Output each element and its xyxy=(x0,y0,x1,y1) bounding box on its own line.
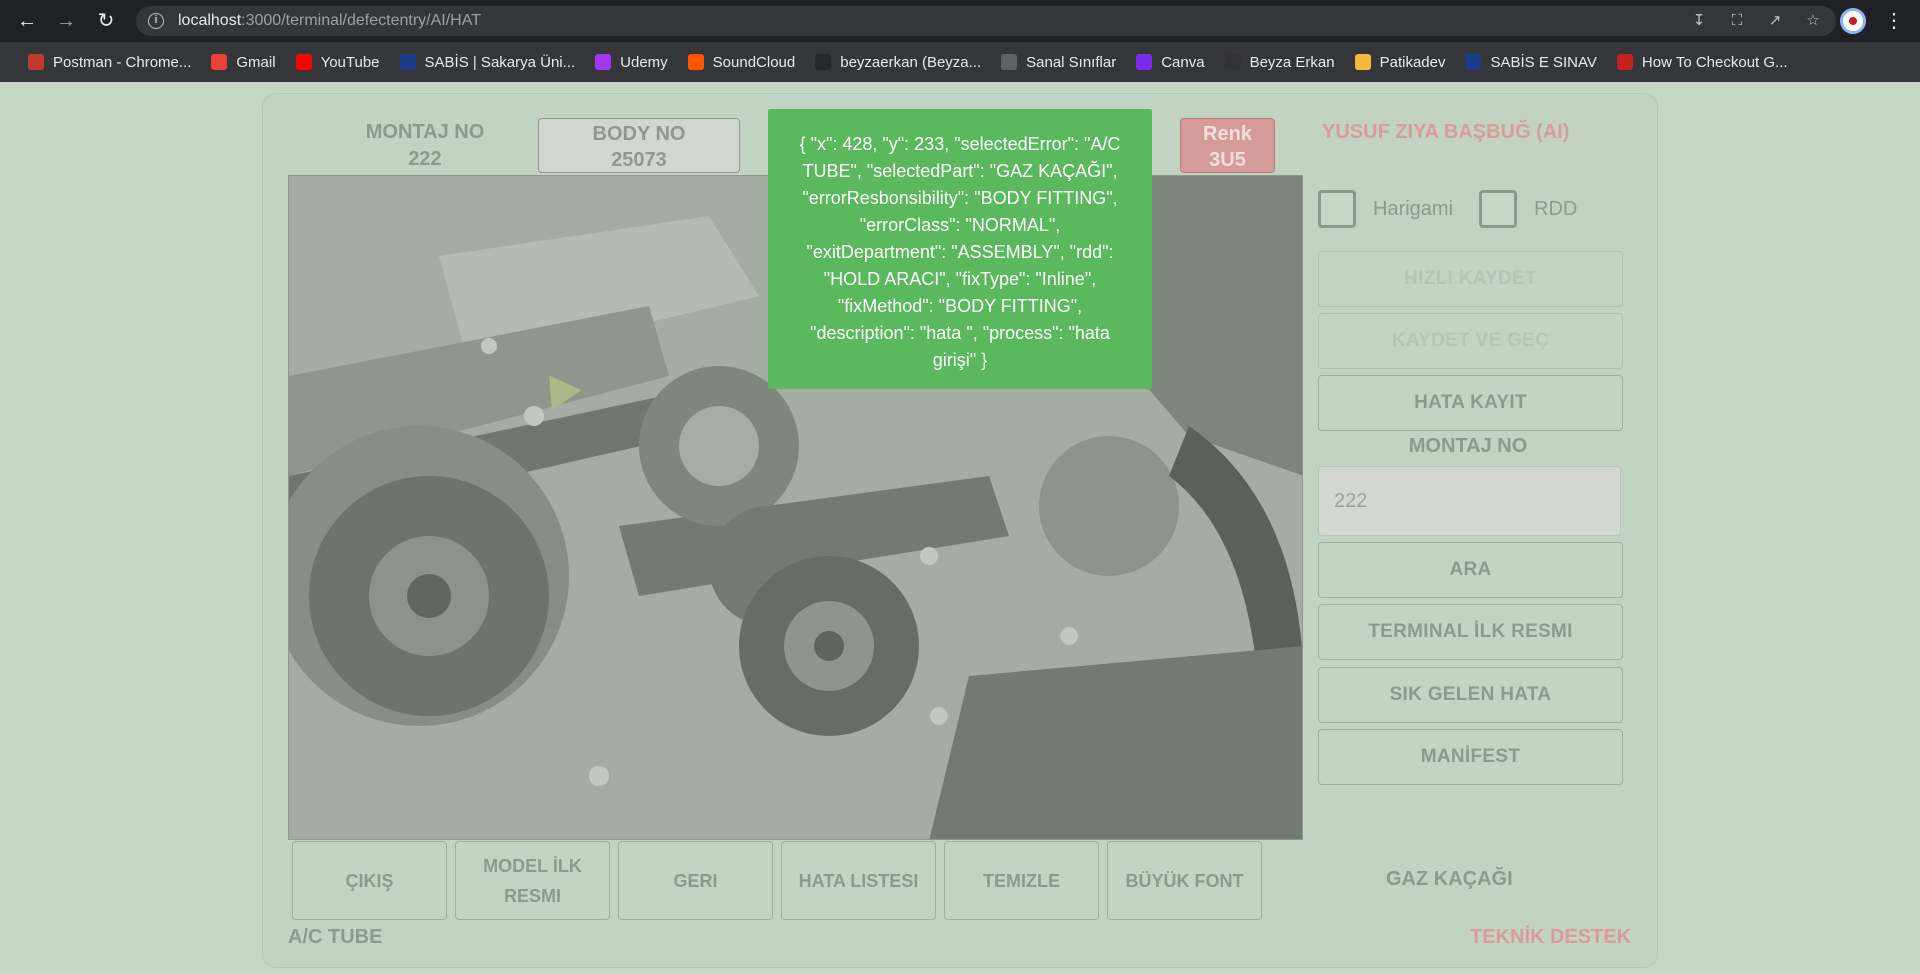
harigami-checkbox-row[interactable]: Harigami xyxy=(1318,190,1453,228)
montaj-no-input[interactable]: 222 xyxy=(1318,466,1621,536)
sabis-icon xyxy=(399,54,416,70)
patika-icon xyxy=(1354,54,1371,70)
be-icon xyxy=(1224,54,1241,70)
soundcloud-icon xyxy=(687,54,704,70)
bookmark-item[interactable]: Gmail xyxy=(201,48,285,76)
gmail-icon xyxy=(211,54,228,70)
geri-button[interactable]: GERI xyxy=(618,841,773,920)
globe-icon xyxy=(1001,54,1018,70)
forward-arrow-icon[interactable]: → xyxy=(53,8,79,34)
cikis-button[interactable]: ÇIKIŞ xyxy=(292,841,447,920)
bookmark-label: How To Checkout G... xyxy=(1641,53,1788,71)
bookmark-label: Udemy xyxy=(620,53,668,71)
montaj-no-label: MONTAJ NO xyxy=(365,121,485,143)
url-host: localhost xyxy=(178,12,242,29)
bookmark-label: beyzaerkan (Beyza... xyxy=(840,53,982,71)
renk-value: 3U5 xyxy=(1209,149,1246,171)
selected-error-label: A/C TUBE xyxy=(288,926,383,948)
translate-icon[interactable]: ⛶ xyxy=(1726,10,1748,32)
montaj-no-value: 222 xyxy=(408,148,442,170)
bookmark-item[interactable]: SABİS | Sakarya Üni... xyxy=(390,48,586,76)
hizli-kaydet-button[interactable]: HIZLI KAYDET xyxy=(1318,251,1623,307)
bookmark-item[interactable]: YouTube xyxy=(286,48,390,76)
bookmark-label: SABİS | Sakarya Üni... xyxy=(424,53,576,71)
bookmark-label: Sanal Sınıflar xyxy=(1026,53,1117,71)
bookmark-item[interactable]: beyzaerkan (Beyza... xyxy=(805,48,991,76)
selected-part-label: GAZ KAÇAĞI xyxy=(1386,868,1513,890)
body-no-box: BODY NO 25073 xyxy=(538,118,740,173)
rdd-label: RDD xyxy=(1534,197,1578,220)
montaj-no-header: MONTAJ NO 222 xyxy=(340,119,510,173)
bookmarks-bar: Postman - Chrome... Gmail YouTube SABİS | S… xyxy=(0,42,1920,82)
url-path: :3000/terminal/defectentry/AI/HAT xyxy=(241,12,481,29)
manifest-button[interactable]: MANİFEST xyxy=(1318,729,1623,785)
model-ilk-resmi-button[interactable]: MODEL İLK RESMI xyxy=(455,841,610,920)
bookmark-label: Gmail xyxy=(236,53,276,71)
renk-label: Renk xyxy=(1203,123,1252,145)
bookmark-label: YouTube xyxy=(320,53,380,71)
bookmark-item[interactable]: How To Checkout G... xyxy=(1607,48,1798,76)
back-arrow-icon[interactable]: ← xyxy=(14,8,40,34)
sabis-icon xyxy=(1465,54,1482,70)
hata-kayit-button[interactable]: HATA KAYIT xyxy=(1318,375,1623,431)
bookmark-item[interactable]: Beyza Erkan xyxy=(1215,48,1345,76)
bookmark-item[interactable]: SoundCloud xyxy=(678,48,806,76)
bookmark-item[interactable]: Udemy xyxy=(585,48,678,76)
address-bar[interactable]: i localhost:3000/terminal/defectentry/AI… xyxy=(136,6,1836,36)
terminal-ilk-resmi-button[interactable]: TERMINAL İLK RESMI xyxy=(1318,604,1623,660)
buyuk-font-button[interactable]: BÜYÜK FONT xyxy=(1107,841,1262,920)
bookmark-label: Beyza Erkan xyxy=(1249,53,1335,71)
bookmark-label: Canva xyxy=(1161,53,1205,71)
temizle-button[interactable]: TEMIZLE xyxy=(944,841,1099,920)
error-data-popup: { "x": 428, "y": 233, "selectedError": "… xyxy=(768,109,1152,389)
teknik-destek-link[interactable]: TEKNİK DESTEK xyxy=(1470,926,1631,949)
bookmark-item[interactable]: Postman - Chrome... xyxy=(18,48,201,76)
checkout-icon xyxy=(1616,54,1633,70)
bookmark-item[interactable]: Canva xyxy=(1126,48,1214,76)
rdd-checkbox[interactable] xyxy=(1479,190,1517,228)
url-text[interactable]: localhost:3000/terminal/defectentry/AI/H… xyxy=(178,12,481,30)
bookmark-label: SoundCloud xyxy=(712,53,796,71)
bookmark-label: Postman - Chrome... xyxy=(53,53,192,71)
bookmark-item[interactable]: Patikadev xyxy=(1345,48,1456,76)
user-name: YUSUF ZIYA BAŞBUĞ (AI) xyxy=(1322,121,1570,143)
canva-icon xyxy=(1136,54,1153,70)
bookmark-label: Patikadev xyxy=(1379,53,1446,71)
reload-icon[interactable]: ↻ xyxy=(93,8,119,34)
bookmark-star-icon[interactable]: ☆ xyxy=(1802,10,1824,32)
ara-button[interactable]: ARA xyxy=(1318,542,1623,598)
install-app-icon[interactable]: ↧ xyxy=(1688,10,1710,32)
sik-gelen-hata-button[interactable]: SIK GELEN HATA xyxy=(1318,667,1623,723)
github-icon xyxy=(815,54,832,70)
bookmark-label: SABİS E SINAV xyxy=(1490,53,1597,71)
harigami-label: Harigami xyxy=(1373,197,1454,220)
kaydet-ve-gec-button[interactable]: KAYDET VE GEÇ xyxy=(1318,313,1623,369)
browser-toolbar: ← → ↻ i localhost:3000/terminal/defecten… xyxy=(0,0,1920,42)
bookmark-item[interactable]: Sanal Sınıflar xyxy=(991,48,1126,76)
profile-avatar-icon[interactable] xyxy=(1840,8,1866,34)
share-icon[interactable]: ↗ xyxy=(1764,10,1786,32)
hata-listesi-button[interactable]: HATA LISTESI xyxy=(781,841,936,920)
bookmark-item[interactable]: SABİS E SINAV xyxy=(1455,48,1606,76)
udemy-icon xyxy=(595,54,612,70)
montaj-no-title: MONTAJ NO xyxy=(1408,435,1528,457)
youtube-icon xyxy=(295,54,312,70)
body-no-value: 25073 xyxy=(611,149,667,171)
body-no-label: BODY NO xyxy=(592,123,686,145)
postman-icon xyxy=(28,54,44,70)
site-info-icon[interactable]: i xyxy=(148,13,164,29)
harigami-checkbox[interactable] xyxy=(1318,190,1356,228)
rdd-checkbox-row[interactable]: RDD xyxy=(1479,190,1577,228)
renk-box: Renk 3U5 xyxy=(1180,118,1275,173)
kebab-menu-icon[interactable]: ⋮ xyxy=(1884,8,1904,34)
